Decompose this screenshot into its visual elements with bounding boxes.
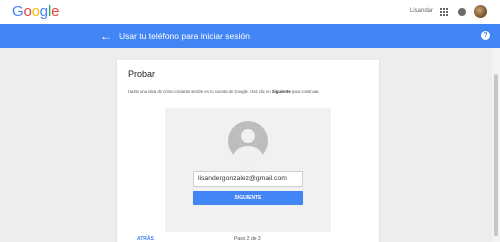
top-bar: Google Lisandar: [0, 0, 500, 24]
notifications-icon[interactable]: [458, 8, 466, 16]
page-title: Usar tu teléfono para iniciar sesión: [119, 31, 250, 41]
step-indicator: Paso 2 de 3: [234, 236, 261, 242]
back-arrow-icon[interactable]: ←: [100, 29, 112, 43]
logo-letter: e: [51, 3, 60, 20]
avatar[interactable]: [474, 5, 487, 18]
try-it-card: Probar Hazte una idea de cómo iniciarás …: [117, 60, 379, 242]
next-button[interactable]: SIGUIENTE: [193, 191, 303, 205]
description-bold: Siguiente: [271, 89, 291, 94]
description-text: Hazte una idea de cómo iniciarás sesión …: [128, 89, 272, 94]
page-header-bar: ← Usar tu teléfono para iniciar sesión ?: [0, 24, 500, 48]
card-title: Probar: [128, 69, 156, 79]
back-button[interactable]: ATRÁS: [137, 236, 154, 242]
logo-letter: g: [39, 3, 48, 20]
user-name[interactable]: Lisandar: [410, 8, 433, 14]
description-text-end: para continuar.: [290, 89, 320, 94]
default-avatar-icon: [228, 121, 268, 161]
scrollbar-thumb[interactable]: [494, 74, 498, 236]
sign-in-demo-panel: lisandergonzalez@gmail.com SIGUIENTE: [165, 108, 331, 232]
logo-letter: G: [12, 3, 24, 20]
help-icon[interactable]: ?: [481, 31, 490, 40]
card-description: Hazte una idea de cómo iniciarás sesión …: [128, 89, 373, 94]
email-field[interactable]: lisandergonzalez@gmail.com: [193, 171, 303, 187]
apps-grid-icon[interactable]: [440, 8, 448, 16]
logo-letter: o: [23, 3, 32, 20]
google-logo[interactable]: Google: [12, 4, 59, 20]
logo-letter: o: [31, 3, 40, 20]
scrollbar[interactable]: [492, 48, 500, 242]
